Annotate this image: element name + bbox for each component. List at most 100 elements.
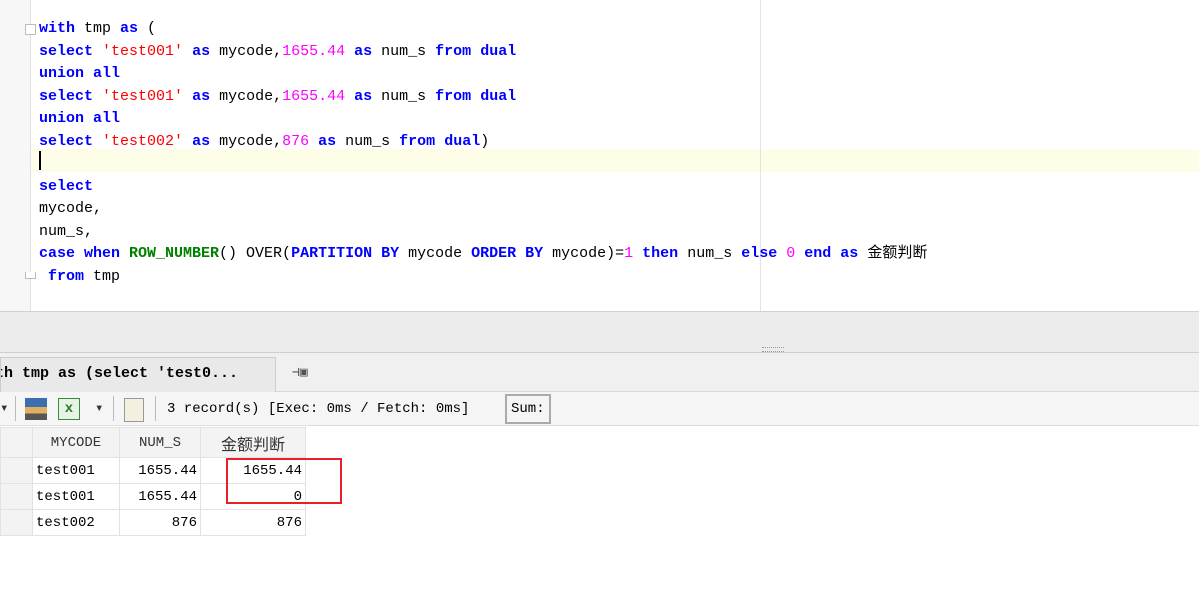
code-token-pl: ) — [480, 132, 490, 150]
column-header-num-s[interactable]: NUM_S — [119, 427, 201, 458]
code-line: num_s, — [39, 221, 93, 243]
code-token-kw: end — [804, 245, 832, 262]
code-token-kw: as — [192, 42, 211, 60]
fold-toggle-icon[interactable] — [25, 24, 36, 35]
export-icon[interactable] — [25, 398, 47, 420]
fold-end-icon — [25, 272, 36, 279]
table-cell[interactable]: 1655.44 — [119, 457, 201, 484]
row-header[interactable] — [0, 483, 33, 510]
code-token-kw: as — [192, 132, 211, 150]
table-cell[interactable]: 876 — [200, 509, 306, 536]
code-token-pl: mycode)= — [543, 245, 625, 262]
code-token-kw: dual — [480, 87, 517, 105]
code-token-kw: select — [39, 177, 94, 195]
code-token-pl: mycode, — [210, 132, 283, 150]
code-token-kw: from — [435, 87, 472, 105]
toolbar-separator — [113, 396, 114, 421]
code-token-kw: ORDER BY — [471, 245, 544, 262]
code-token-kw: as — [192, 87, 211, 105]
row-header[interactable] — [0, 509, 33, 536]
result-tab[interactable]: th tmp as (select 'test0... — [0, 357, 276, 392]
table-cell[interactable]: test001 — [32, 457, 120, 484]
result-tab-label: th tmp as (select 'test0... — [0, 365, 239, 382]
code-token-pl: num_s, — [39, 222, 94, 240]
row-header[interactable] — [0, 457, 33, 484]
column-header-amount-check[interactable]: 金额判断 — [200, 427, 306, 458]
code-token-kw: as — [318, 132, 337, 150]
table-cell[interactable]: test002 — [32, 509, 120, 536]
code-token-pl: num_s — [336, 132, 400, 150]
editor-gutter — [0, 0, 31, 311]
script-icon[interactable] — [124, 398, 144, 422]
code-token-str: 'test001' — [102, 87, 184, 105]
toolbar-separator — [15, 396, 16, 421]
code-token-pl: mycode — [399, 245, 472, 262]
code-token-kw: from — [399, 132, 436, 150]
pane-splitter[interactable] — [0, 311, 1199, 354]
code-token-kw: as — [354, 87, 373, 105]
table-cell[interactable]: 1655.44 — [119, 483, 201, 510]
dropdown-arrow-icon[interactable]: ▾ — [0, 398, 8, 420]
code-line: with tmp as ( — [39, 18, 156, 40]
code-token-kw: else — [741, 245, 778, 262]
pin-icon[interactable]: ⊣▣ — [292, 365, 308, 380]
code-token-num: 876 — [282, 132, 310, 150]
row-header-corner — [0, 427, 33, 458]
code-line: mycode, — [39, 198, 102, 220]
code-token-str: 'test002' — [102, 132, 184, 150]
code-token-kw: union all — [39, 110, 121, 127]
code-token-num: 1655.44 — [282, 87, 346, 105]
code-token-kw: with — [39, 20, 76, 37]
table-cell[interactable]: 876 — [119, 509, 201, 536]
toolbar-separator — [155, 396, 156, 421]
code-token-num: 1 — [624, 245, 634, 262]
result-tab-bar: th tmp as (select 'test0... ⊣▣ — [0, 353, 1199, 392]
code-token-kw: as — [120, 20, 139, 37]
excel-dropdown-icon[interactable]: ▾ — [95, 398, 103, 420]
column-header-mycode[interactable]: MYCODE — [32, 427, 120, 458]
highlight-annotation-box — [226, 458, 342, 504]
code-token-fn: ROW_NUMBER — [129, 245, 220, 262]
code-token-kw: union all — [39, 65, 121, 82]
code-token-kw: from — [48, 267, 85, 285]
splitter-grip-icon[interactable] — [762, 347, 784, 352]
code-token-kw: select — [39, 42, 94, 60]
code-token-kw: case when — [39, 245, 121, 262]
code-token-pl: num_s — [678, 245, 742, 262]
code-line: select 'test001' as mycode,1655.44 as nu… — [39, 41, 516, 63]
table-row[interactable]: test002 876 876 — [0, 509, 306, 536]
excel-icon[interactable]: x — [58, 398, 80, 420]
code-line: union all — [39, 108, 120, 130]
code-line: case when ROW_NUMBER() OVER(PARTITION BY… — [39, 243, 927, 265]
code-token-pl: () OVER( — [219, 245, 292, 262]
code-token-num: 0 — [786, 245, 796, 262]
code-token-pl: ( — [138, 20, 157, 37]
code-token-pl: mycode, — [210, 87, 283, 105]
code-token-kw: as — [354, 42, 373, 60]
sql-editor[interactable]: with tmp as (select 'test001' as mycode,… — [0, 0, 1199, 311]
code-token-kw: then — [642, 245, 679, 262]
code-token-pl: num_s — [372, 42, 436, 60]
code-token-pl: 金额判断 — [858, 245, 928, 262]
code-token-num: 1655.44 — [282, 42, 346, 60]
code-token-kw: dual — [444, 132, 481, 150]
table-cell[interactable]: test001 — [32, 483, 120, 510]
code-line: select — [39, 176, 93, 198]
code-token-pl: tmp — [84, 267, 121, 285]
